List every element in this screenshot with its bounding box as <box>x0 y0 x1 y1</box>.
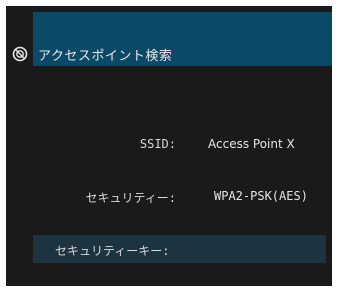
screen: アクセスポイント検索 SSID: Access Point X セキュリティー:… <box>6 6 332 286</box>
header: アクセスポイント検索 <box>12 44 172 64</box>
page-title: アクセスポイント検索 <box>38 48 173 64</box>
security-key-label: セキュリティーキー: <box>55 244 170 258</box>
ssid-label: SSID: <box>139 137 176 151</box>
security-key-row[interactable]: セキュリティーキー: <box>33 235 326 263</box>
ssid-value: Access Point X <box>208 137 295 151</box>
security-value: WPA2-PSK(AES) <box>214 189 308 203</box>
globe-icon <box>12 46 28 62</box>
security-label: セキュリティー: <box>85 191 176 205</box>
